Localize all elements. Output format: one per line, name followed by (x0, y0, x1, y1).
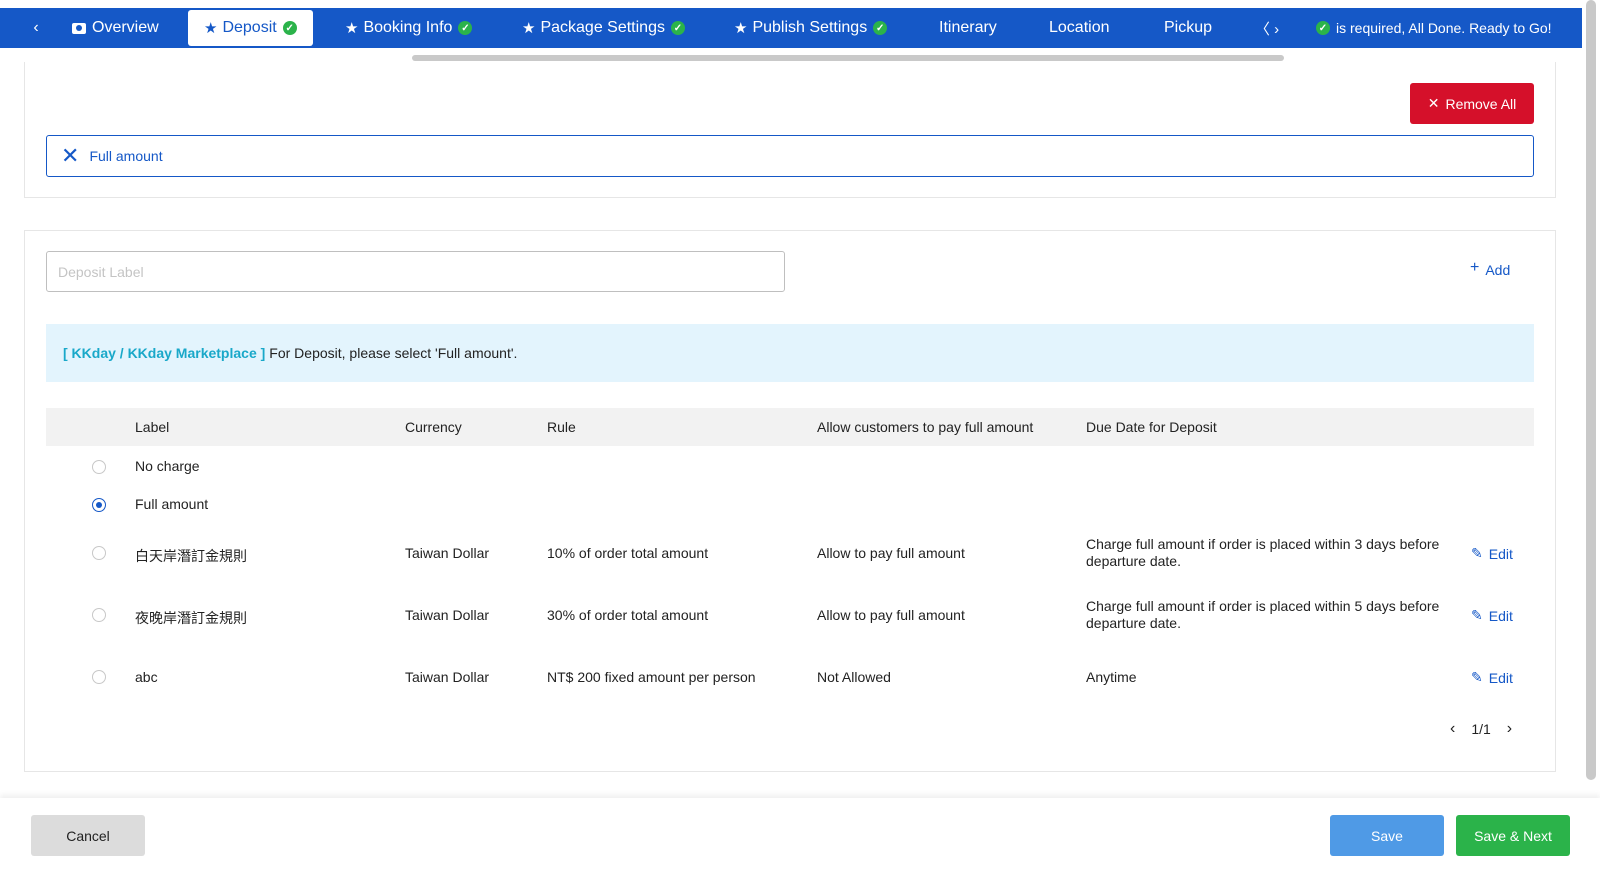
check-circle-icon: ✓ (282, 21, 297, 35)
edit-label: Edit (1488, 669, 1513, 686)
remove-all-label: Remove All (1445, 95, 1517, 112)
table-row: abc Taiwan Dollar NT$ 200 fixed amount p… (46, 660, 1534, 700)
row-currency: Taiwan Dollar (405, 545, 490, 561)
add-label: Add (1485, 262, 1511, 278)
horizontal-scrollbar[interactable] (412, 55, 1284, 61)
selected-deposit-value: Full amount (89, 148, 163, 164)
selected-deposit-tag: ✕ Full amount (46, 135, 1534, 177)
edit-label: Edit (1488, 545, 1513, 562)
plus-icon: + (1470, 259, 1480, 276)
row-rule: 10% of order total amount (547, 545, 709, 561)
row-radio[interactable] (92, 608, 106, 622)
cancel-button[interactable]: Cancel (31, 815, 145, 856)
pencil-icon: ✎ (1471, 669, 1483, 685)
check-circle-icon: ✓ (458, 21, 473, 35)
row-allow-full: Allow to pay full amount (817, 607, 965, 623)
tab-package-settings-label: Package Settings (540, 19, 665, 36)
tab-booking-info-label: Booking Info (363, 19, 453, 36)
nav-scroll-right-icon[interactable]: 〈 › (1236, 8, 1298, 48)
close-icon: ✕ (1427, 95, 1440, 111)
row-due-date: Charge full amount if order is placed wi… (1086, 536, 1440, 569)
footer-bar: Cancel Save Save & Next (0, 798, 1600, 873)
overview-icon (72, 22, 86, 34)
add-button[interactable]: + Add (1470, 259, 1511, 278)
info-tag: [ KKday / KKday Marketplace ] (63, 345, 266, 361)
row-label: abc (135, 669, 158, 685)
page-indicator: 1/1 (1471, 721, 1491, 737)
pencil-icon: ✎ (1471, 607, 1483, 623)
vertical-scrollbar[interactable] (1586, 0, 1596, 780)
row-rule: NT$ 200 fixed amount per person (547, 669, 756, 685)
status-banner: ✓ is required, All Done. Ready to Go! (1298, 8, 1582, 48)
table-row: 白天岸潛訂金規則 Taiwan Dollar 10% of order tota… (46, 536, 1534, 596)
selected-deposit-card (24, 62, 1556, 198)
column-header-label: Label (135, 419, 170, 435)
save-next-button[interactable]: Save & Next (1456, 815, 1570, 856)
pencil-icon: ✎ (1471, 545, 1483, 561)
star-icon: ★ (522, 20, 536, 37)
check-circle-icon: ✓ (670, 21, 685, 35)
row-due-date: Anytime (1086, 669, 1137, 685)
tab-publish-settings[interactable]: ★ Publish Settings ✓ (734, 8, 888, 48)
top-nav: ‹ Overview ★ Deposit ✓ ★ Booking Info ✓ … (0, 8, 1582, 48)
row-radio[interactable] (92, 670, 106, 684)
row-rule: 30% of order total amount (547, 607, 709, 623)
edit-button[interactable]: ✎ Edit (1471, 669, 1513, 686)
row-label: 夜晚岸潛訂金規則 (135, 610, 247, 626)
star-icon: ★ (204, 20, 218, 37)
row-radio[interactable] (92, 460, 106, 474)
pagination: ‹ 1/1 › (1446, 720, 1516, 738)
row-label: No charge (135, 458, 200, 474)
info-notice: [ KKday / KKday Marketplace ] For Deposi… (46, 324, 1534, 382)
row-label: Full amount (135, 496, 209, 512)
row-label: 白天岸潛訂金規則 (135, 548, 247, 564)
row-allow-full: Allow to pay full amount (817, 545, 965, 561)
tab-pickup-label: Pickup (1164, 19, 1213, 36)
tab-itinerary-label: Itinerary (939, 19, 997, 36)
check-circle-icon: ✓ (873, 21, 888, 35)
column-header-rule: Rule (547, 419, 576, 435)
star-icon: ★ (345, 20, 359, 37)
star-icon: ★ (734, 20, 748, 37)
column-header-due-date: Due Date for Deposit (1086, 419, 1217, 435)
table-row: Full amount (46, 494, 1534, 532)
tab-location[interactable]: Location (1049, 8, 1110, 48)
remove-all-button[interactable]: ✕ Remove All (1410, 83, 1534, 124)
row-radio[interactable] (92, 498, 106, 512)
table-row: No charge (46, 456, 1534, 494)
save-button[interactable]: Save (1330, 815, 1444, 856)
row-currency: Taiwan Dollar (405, 669, 490, 685)
edit-button[interactable]: ✎ Edit (1471, 545, 1513, 562)
nav-scroll-left-icon[interactable]: ‹ (0, 8, 72, 48)
close-icon[interactable]: ✕ (61, 145, 79, 167)
row-due-date: Charge full amount if order is placed wi… (1086, 598, 1440, 631)
tab-overview-label: Overview (92, 19, 159, 36)
edit-button[interactable]: ✎ Edit (1471, 607, 1513, 624)
tab-publish-settings-label: Publish Settings (752, 19, 868, 36)
column-header-currency: Currency (405, 419, 462, 435)
table-row: 夜晚岸潛訂金規則 Taiwan Dollar 30% of order tota… (46, 598, 1534, 658)
chevron-right-icon[interactable]: › (1503, 720, 1516, 738)
deposit-label-input[interactable] (46, 251, 785, 292)
chevron-left-icon[interactable]: ‹ (1446, 720, 1459, 738)
row-currency: Taiwan Dollar (405, 607, 490, 623)
tab-deposit-label: Deposit (222, 19, 277, 36)
info-text: For Deposit, please select 'Full amount'… (269, 345, 518, 361)
table-header: Label Currency Rule Allow customers to p… (46, 408, 1534, 446)
tab-overview[interactable]: Overview (72, 8, 159, 48)
status-text: is required, All Done. Ready to Go! (1336, 20, 1552, 36)
row-allow-full: Not Allowed (817, 669, 891, 685)
row-radio[interactable] (92, 546, 106, 560)
tab-location-label: Location (1049, 19, 1110, 36)
tab-itinerary[interactable]: Itinerary (939, 8, 997, 48)
tab-package-settings[interactable]: ★ Package Settings ✓ (522, 8, 685, 48)
tab-deposit[interactable]: ★ Deposit ✓ (188, 10, 313, 46)
tab-pickup[interactable]: Pickup (1164, 8, 1212, 48)
check-circle-icon: ✓ (1316, 21, 1330, 35)
edit-label: Edit (1488, 607, 1513, 624)
column-header-allow-full: Allow customers to pay full amount (817, 419, 1034, 435)
tab-booking-info[interactable]: ★ Booking Info ✓ (345, 8, 473, 48)
